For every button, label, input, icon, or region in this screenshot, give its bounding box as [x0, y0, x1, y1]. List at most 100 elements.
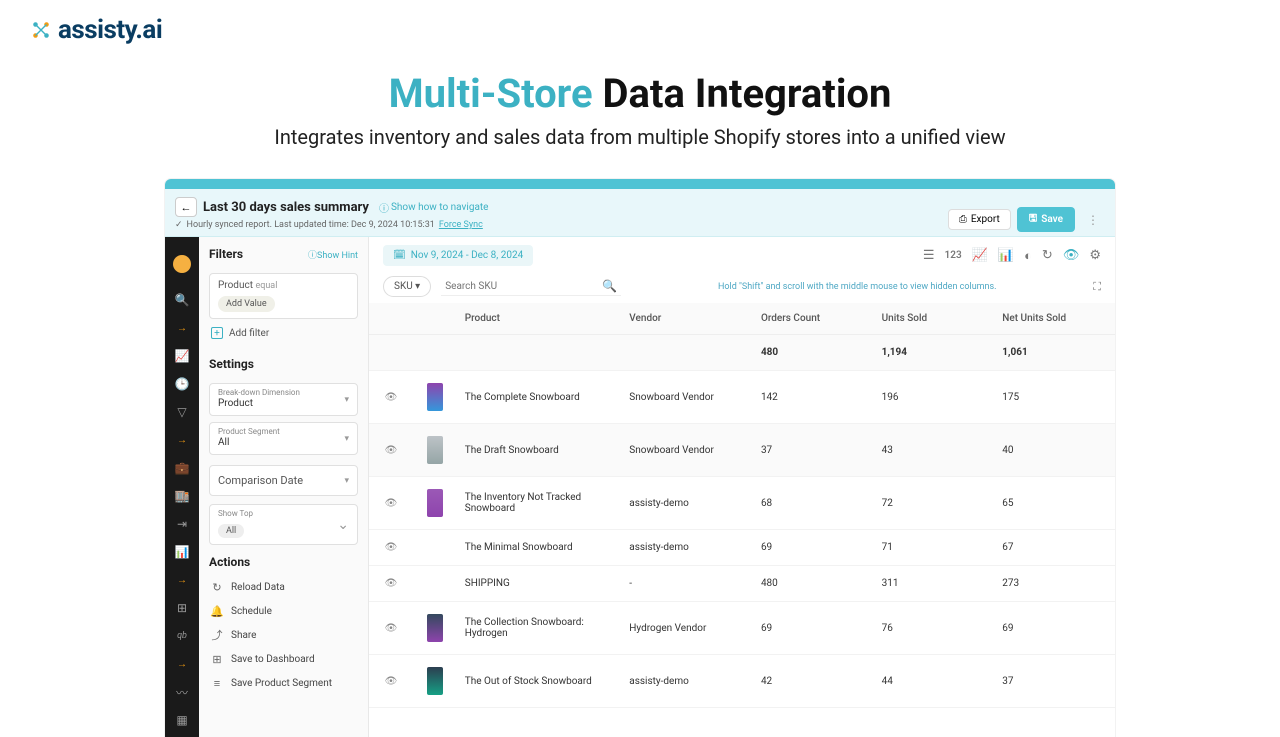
cell-orders: 68 — [753, 477, 874, 530]
row-visibility-toggle[interactable]: 👁 — [369, 566, 413, 602]
action-label: Save to Dashboard — [231, 654, 315, 665]
product-image — [427, 383, 443, 411]
action-share[interactable]: ⤴ Share — [199, 623, 368, 647]
action-save-product-segment[interactable]: ≡Save Product Segment — [199, 671, 368, 695]
actions-heading: Actions — [209, 555, 358, 569]
add-filter-button[interactable]: + Add filter — [199, 319, 368, 347]
calendar-icon: 🗓 — [393, 250, 406, 261]
cell-product: The Collection Snowboard: Hydrogen — [457, 602, 622, 655]
cell-net: 40 — [994, 424, 1115, 477]
cell-net: 69 — [994, 602, 1115, 655]
action-label: Share — [231, 630, 256, 641]
action-icon: ⤴ — [211, 629, 223, 641]
line-chart-icon[interactable]: 📈 — [972, 248, 988, 263]
rail-arrow-icon[interactable]: → — [175, 321, 189, 335]
search-icon[interactable]: 🔍 — [602, 279, 617, 293]
col-units[interactable]: Units Sold — [874, 303, 995, 335]
row-visibility-toggle[interactable]: 👁 — [369, 655, 413, 708]
list-view-icon[interactable]: ☰ — [923, 248, 935, 263]
row-visibility-toggle[interactable]: 👁 — [369, 477, 413, 530]
hero: Multi-Store Data Integration Integrates … — [0, 45, 1280, 169]
show-top-select[interactable]: Show Top All — [209, 504, 358, 545]
cell-units: 44 — [874, 655, 995, 708]
action-label: Schedule — [231, 606, 272, 617]
export-button[interactable]: ⎙ Export — [948, 209, 1011, 230]
trend-icon[interactable]: 〰 — [175, 685, 189, 699]
action-save-to-dashboard[interactable]: ⊞ Save to Dashboard — [199, 647, 368, 671]
cell-net: 67 — [994, 530, 1115, 566]
qb-icon[interactable]: qb — [175, 629, 189, 643]
pie-chart-icon[interactable]: ◐ — [1024, 248, 1032, 264]
show-hint-link[interactable]: ⓘShow Hint — [308, 248, 358, 261]
settings-gear-icon[interactable]: ⚙ — [1089, 248, 1101, 263]
product-image — [427, 667, 443, 695]
date-range-picker[interactable]: 🗓 Nov 9, 2024 - Dec 8, 2024 — [383, 245, 533, 266]
cell-orders: 480 — [753, 566, 874, 602]
cell-orders: 69 — [753, 530, 874, 566]
cell-net: 37 — [994, 655, 1115, 708]
col-net[interactable]: Net Units Sold — [994, 303, 1115, 335]
product-filter[interactable]: Product equal Add Value — [209, 273, 358, 319]
grid-icon[interactable]: ⊞ — [175, 601, 189, 615]
rail-arrow-icon[interactable]: → — [175, 573, 189, 587]
rail-arrow-icon[interactable]: → — [175, 433, 189, 447]
col-vendor[interactable]: Vendor — [621, 303, 753, 335]
cell-product: SHIPPING — [457, 566, 622, 602]
breakdown-dimension-select[interactable]: Break-down Dimension Product — [209, 383, 358, 416]
row-visibility-toggle[interactable]: 👁 — [369, 371, 413, 424]
bar-chart-icon[interactable]: 📊 — [998, 248, 1014, 263]
col-product[interactable]: Product — [457, 303, 622, 335]
sku-dropdown[interactable]: SKU ▾ — [383, 276, 431, 297]
add-value-button[interactable]: Add Value — [218, 296, 275, 312]
cell-vendor: - — [621, 566, 753, 602]
table-row[interactable]: 👁 The Complete Snowboard Snowboard Vendo… — [369, 371, 1115, 424]
row-visibility-toggle[interactable]: 👁 — [369, 424, 413, 477]
avatar[interactable] — [173, 255, 191, 273]
row-visibility-toggle[interactable]: 👁 — [369, 602, 413, 655]
clock-icon[interactable]: 🕒 — [175, 377, 189, 391]
store-icon[interactable]: 🏬 — [175, 489, 189, 503]
comparison-date-select[interactable]: Comparison Date — [209, 465, 358, 496]
table-row[interactable]: 👁 The Collection Snowboard: Hydrogen Hyd… — [369, 602, 1115, 655]
visibility-icon[interactable]: 👁 — [1063, 248, 1080, 263]
table-row[interactable]: 👁 The Draft Snowboard Snowboard Vendor 3… — [369, 424, 1115, 477]
table-icon[interactable]: ▦ — [175, 713, 189, 727]
briefcase-icon[interactable]: 💼 — [175, 461, 189, 475]
cell-orders: 142 — [753, 371, 874, 424]
table-row[interactable]: 👁 The Out of Stock Snowboard assisty-dem… — [369, 655, 1115, 708]
cell-product: The Complete Snowboard — [457, 371, 622, 424]
filters-heading: Filters ⓘShow Hint — [209, 247, 358, 261]
import-icon[interactable]: ⇥ — [175, 517, 189, 531]
save-button[interactable]: 🖫 Save — [1017, 207, 1075, 232]
search-sku-input[interactable]: 🔍 — [441, 277, 621, 296]
row-visibility-toggle[interactable]: 👁 — [369, 530, 413, 566]
action-schedule[interactable]: 🔔Schedule — [199, 599, 368, 623]
left-rail: 🔍 → 📈 🕒 ▽ → 💼 🏬 ⇥ 📊 → ⊞ qb → 〰 ▦ — [165, 237, 199, 737]
table-row[interactable]: 👁 SHIPPING - 480 311 273 — [369, 566, 1115, 602]
cell-product: The Inventory Not Tracked Snowboard — [457, 477, 622, 530]
col-orders[interactable]: Orders Count — [753, 303, 874, 335]
app-frame: ← Last 30 days sales summary ⓘShow how t… — [165, 179, 1115, 737]
filter-icon[interactable]: ▽ — [175, 405, 189, 419]
show-how-to-navigate[interactable]: ⓘShow how to navigate — [379, 200, 489, 215]
search-icon[interactable]: 🔍 — [175, 293, 189, 307]
table-row[interactable]: 👁 The Inventory Not Tracked Snowboard as… — [369, 477, 1115, 530]
page-header: assisty.ai — [0, 0, 1280, 45]
number-view-icon[interactable]: 123 — [945, 250, 962, 261]
refresh-icon[interactable]: ↻ — [1042, 248, 1053, 263]
back-button[interactable]: ← — [175, 197, 197, 217]
action-icon: ⊞ — [211, 653, 223, 665]
chart-icon[interactable]: 📊 — [175, 545, 189, 559]
table-row[interactable]: 👁 The Minimal Snowboard assisty-demo 69 … — [369, 530, 1115, 566]
cell-units: 311 — [874, 566, 995, 602]
fullscreen-icon[interactable]: ⛶ — [1093, 280, 1101, 294]
force-sync-link[interactable]: Force Sync — [439, 220, 483, 230]
search-input[interactable] — [445, 281, 602, 292]
analytics-icon[interactable]: 📈 — [175, 349, 189, 363]
rail-arrow-icon[interactable]: → — [175, 657, 189, 671]
action-reload-data[interactable]: ↻Reload Data — [199, 575, 368, 599]
action-icon: ↻ — [211, 581, 223, 593]
product-segment-select[interactable]: Product Segment All — [209, 422, 358, 455]
more-menu-button[interactable]: ⋮ — [1081, 209, 1105, 231]
sidebar: Filters ⓘShow Hint Product equal Add Val… — [199, 237, 369, 737]
